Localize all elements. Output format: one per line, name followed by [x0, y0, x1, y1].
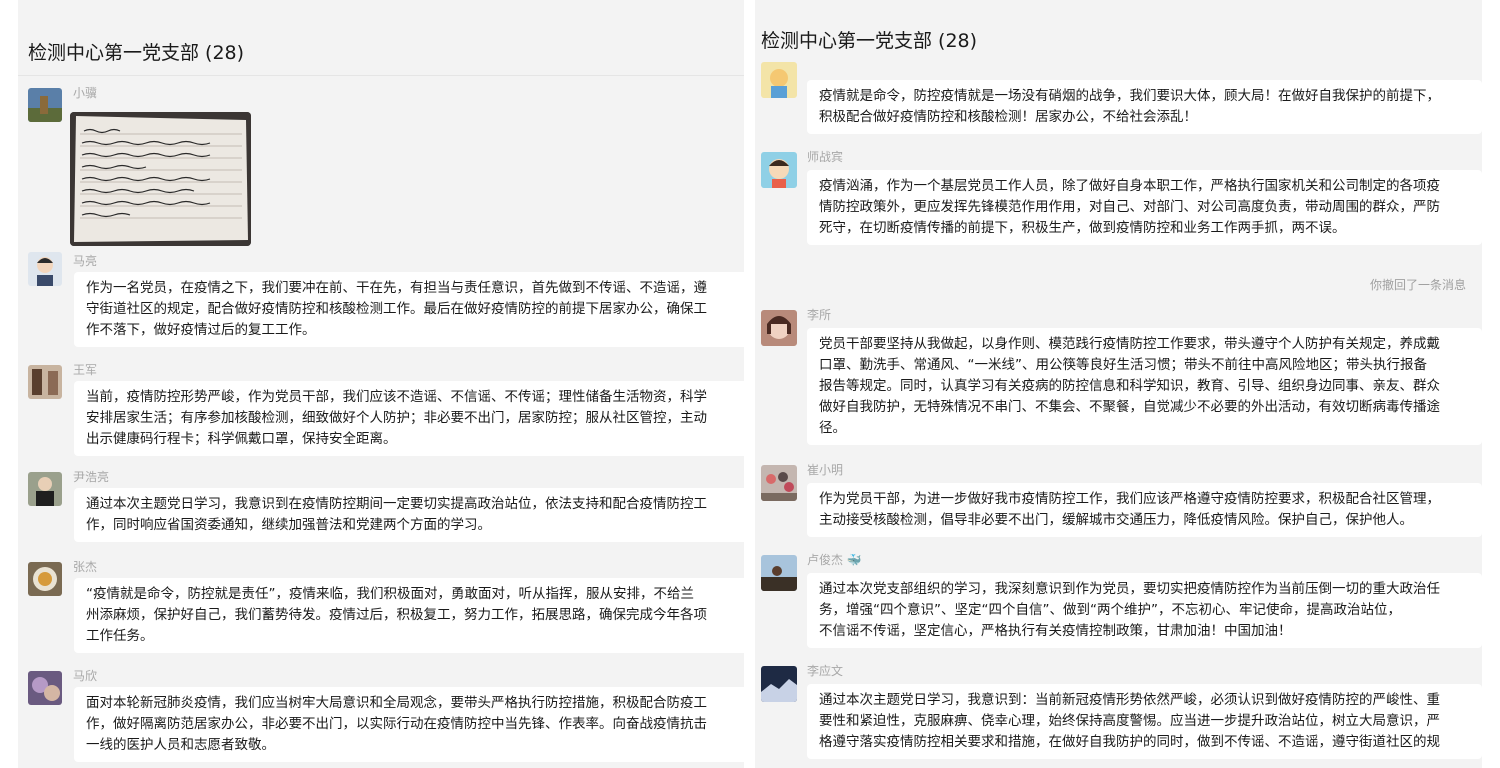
sender-name: 李所 [807, 308, 832, 322]
sender-name: 小骥 [73, 86, 98, 100]
sender-name: 卢俊杰 🐳 [807, 553, 862, 567]
avatar[interactable] [761, 555, 797, 591]
avatar[interactable] [761, 465, 797, 501]
sender-name: 马欣 [73, 669, 98, 683]
sender-name: 张杰 [73, 560, 98, 574]
chat-image-handwritten-notes[interactable] [70, 112, 251, 246]
whale-emoji-icon: 🐳 [846, 553, 862, 567]
avatar[interactable] [28, 472, 62, 506]
avatar[interactable] [28, 252, 62, 286]
avatar[interactable] [761, 152, 797, 188]
avatar[interactable] [761, 310, 797, 346]
message-bubble[interactable]: 通过本次党支部组织的学习，我深刻意识到作为党员，要切实把疫情防控作为当前压倒一切… [807, 573, 1482, 648]
avatar[interactable] [761, 666, 797, 702]
chat-window-left: 检测中心第一党支部 (28) 小骥 马亮 作为一名党员，在疫情之下，我们要冲在前… [18, 0, 744, 768]
avatar[interactable] [28, 671, 62, 705]
sender-name: 尹浩亮 [73, 470, 110, 484]
avatar[interactable] [761, 62, 797, 98]
sender-name: 李应文 [807, 664, 844, 678]
message-bubble[interactable]: 通过本次主题党日学习，我意识到：当前新冠疫情形势依然严峻，必须认识到做好疫情防控… [807, 684, 1482, 759]
message-bubble[interactable]: 疫情就是命令，防控疫情就是一场没有硝烟的战争，我们要识大体，顾大局！在做好自我保… [807, 80, 1482, 134]
message-bubble[interactable]: 疫情汹涌，作为一个基层党员工作人员，除了做好自身本职工作，严格执行国家机关和公司… [807, 170, 1482, 245]
message-bubble[interactable]: 作为一名党员，在疫情之下，我们要冲在前、干在先，有担当与责任意识，首先做到不传谣… [74, 272, 744, 347]
message-bubble[interactable]: 党员干部要坚持从我做起，以身作则、模范践行疫情防控工作要求，带头遵守个人防护有关… [807, 328, 1482, 445]
message-bubble[interactable]: 面对本轮新冠肺炎疫情，我们应当树牢大局意识和全局观念，要带头严格执行防控措施，积… [74, 687, 744, 762]
avatar[interactable] [28, 88, 62, 122]
chat-window-right: 检测中心第一党支部 (28) 疫情就是命令，防控疫情就是一场没有硝烟的战争，我们… [755, 0, 1482, 768]
chat-title: 检测中心第一党支部 (28) [755, 0, 1482, 62]
sender-name: 师战宾 [807, 150, 844, 164]
sender-name: 马亮 [73, 254, 98, 268]
message-bubble[interactable]: 通过本次主题党日学习，我意识到在疫情防控期间一定要切实提高政治站位，依法支持和配… [74, 488, 744, 542]
avatar[interactable] [28, 562, 62, 596]
message-bubble[interactable]: “疫情就是命令，防控就是责任”，疫情来临，我们积极面对，勇敢面对，听从指挥，服从… [74, 578, 744, 653]
avatar[interactable] [28, 365, 62, 399]
sender-name: 王军 [73, 363, 98, 377]
message-bubble[interactable]: 作为党员干部，为进一步做好我市疫情防控工作，我们应该严格遵守疫情防控要求，积极配… [807, 483, 1482, 537]
sender-name: 崔小明 [807, 463, 844, 477]
recall-notice: 你撤回了一条消息 [1369, 278, 1466, 292]
chat-title: 检测中心第一党支部 (28) [18, 0, 744, 76]
message-bubble[interactable]: 当前，疫情防控形势严峻，作为党员干部，我们应该不造谣、不信谣、不传谣；理性储备生… [74, 381, 744, 456]
